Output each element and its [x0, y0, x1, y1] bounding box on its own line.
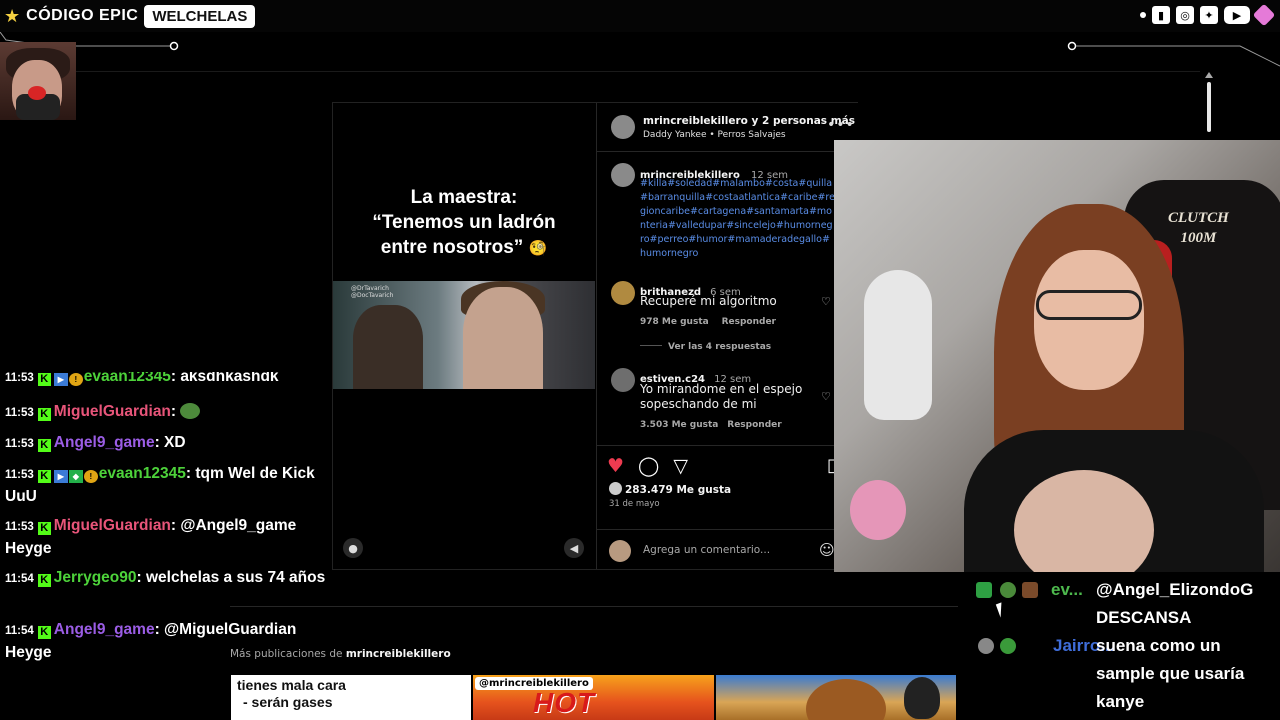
decor-dot — [1140, 12, 1146, 18]
sub-badge-icon — [1000, 582, 1016, 598]
tagged-user-icon[interactable]: ● — [343, 538, 363, 558]
more-post-thumb[interactable]: tienes mala cara - serán gases — [231, 675, 471, 720]
volume-icon[interactable]: ◀ — [564, 538, 584, 558]
youtube-icon: ▶ — [1224, 6, 1250, 24]
twitch-icon: ▮ — [1152, 6, 1170, 24]
sub-badge-icon — [1000, 638, 1016, 654]
post-header: mrincreiblekillero y 2 personas más Dadd… — [597, 103, 858, 152]
twitter-icon: ✦ — [1200, 6, 1218, 24]
comment-icon[interactable]: ◯ — [638, 455, 659, 477]
chat-message: 11:54 K Jerrygeo90: welchelas a sus 74 año… — [5, 569, 326, 587]
chat-username[interactable]: ev... — [1051, 576, 1083, 604]
post-video[interactable]: @DrTavarich @DocTavarich — [333, 281, 595, 389]
stream-brand: ★ CÓDIGO EPIC WELCHELAS — [4, 3, 256, 29]
section-divider — [230, 606, 958, 607]
share-icon[interactable]: ▽ — [673, 455, 688, 477]
page-scrollbar[interactable] — [1204, 72, 1214, 142]
chair-logo: CLUTCH 100M — [1168, 210, 1229, 246]
more-post-thumb[interactable] — [716, 675, 956, 720]
more-options-icon[interactable]: ••• — [827, 117, 855, 133]
comment-avatar[interactable] — [611, 368, 635, 392]
chat-message: 11:53 K MiguelGuardian: — [5, 401, 327, 424]
instagram-post: La maestra: “Tenemos un ladrón entre nos… — [332, 102, 858, 570]
my-avatar — [609, 540, 631, 562]
post-date: 31 de mayo — [609, 499, 660, 509]
streamer-webcam: CLUTCH 100M — [834, 140, 1280, 572]
gift-badge-icon — [1022, 582, 1038, 598]
brand-code-epic: CÓDIGO EPIC — [26, 7, 139, 24]
post-audio[interactable]: Daddy Yankee • Perros Salvajes — [643, 130, 786, 140]
comment-meta: 3.503 Me gusta Responder — [640, 420, 782, 430]
gem-icon — [1252, 3, 1276, 27]
peepo-emote-icon — [180, 403, 201, 419]
author-avatar[interactable] — [611, 115, 635, 139]
chat-username[interactable]: evaan12345 — [84, 372, 171, 385]
add-comment-bar: Agrega un comentario... ☺ — [597, 529, 858, 570]
stream-chat: 11:53 K ▶! evaan12345: aksdhkashdk 11:53 K Mi… — [0, 372, 330, 672]
right-chat: ev... @Angel_ElizondoG DESCANSA Jairro..… — [972, 576, 1280, 720]
heart-icon[interactable]: ♡ — [821, 295, 831, 308]
thinking-emoji: 🧐 — [528, 240, 548, 257]
scroll-thumb[interactable] — [1207, 82, 1211, 132]
chat-message: 11:53 K Angel9_game: XD — [5, 434, 186, 452]
heart-icon[interactable]: ♡ — [821, 390, 831, 403]
chat-username[interactable]: Jerrygeo90 — [54, 569, 137, 586]
chat-message: 11:53 K ▶! evaan12345: aksdhkashdk — [5, 372, 327, 389]
comment-text: Yo mirandome en el espejo sopeschando de… — [640, 382, 803, 411]
chat-message: 11:53 K ▶ ◆! evaan12345: tqm Wel de Kick UuU — [5, 465, 315, 505]
chat-username[interactable]: MiguelGuardian — [54, 517, 171, 534]
chat-message: 11:53 K MiguelGuardian: @Angel9_game Heyge — [5, 517, 297, 557]
video-watermark: @DrTavarich @DocTavarich — [351, 285, 394, 299]
chat-username[interactable]: evaan12345 — [99, 465, 186, 482]
chat-username[interactable]: MiguelGuardian — [54, 403, 171, 420]
comment-meta: 978 Me gusta Responder — [640, 317, 776, 327]
chat-username[interactable]: Angel9_game — [54, 621, 155, 638]
post-media[interactable]: La maestra: “Tenemos un ladrón entre nos… — [333, 103, 595, 569]
emoji-icon[interactable]: ☺ — [819, 541, 835, 559]
like-heart-icon[interactable]: ♥ — [607, 455, 624, 477]
chat-username[interactable]: Angel9_game — [54, 434, 155, 451]
verified-badge-icon — [976, 582, 992, 598]
add-comment-input[interactable]: Agrega un comentario... — [643, 544, 770, 556]
scroll-up-icon[interactable] — [1205, 72, 1213, 78]
mod-badge-icon — [978, 638, 994, 654]
post-sidebar: mrincreiblekillero y 2 personas más Dadd… — [596, 103, 858, 569]
post-hashtags[interactable]: #killa#soledad#malambo#costa#quilla#barr… — [640, 177, 835, 261]
comment-avatar[interactable] — [611, 281, 635, 305]
small-webcam — [0, 42, 76, 120]
star-icon: ★ — [4, 5, 21, 27]
comment-text: Recuperé mi algoritmo — [640, 294, 777, 308]
brand-welchelas: WELCHELAS — [144, 4, 256, 28]
post-authors[interactable]: mrincreiblekillero y 2 personas más — [643, 115, 855, 127]
social-icons: ▮ ◎ ✦ ▶ — [1140, 3, 1276, 27]
overlay-decor-lines — [0, 32, 1280, 72]
microphone — [864, 270, 932, 420]
post-caption: La maestra: “Tenemos un ladrón entre nos… — [372, 187, 556, 258]
more-posts-label: Más publicaciones de mrincreiblekillero — [230, 648, 451, 660]
post-actions: ♥ ◯ ▽ — [607, 455, 688, 477]
view-replies[interactable]: Ver las 4 respuestas — [640, 342, 771, 352]
instagram-icon: ◎ — [1176, 6, 1194, 24]
author-avatar-small[interactable] — [611, 163, 635, 187]
more-post-thumb[interactable]: HOT WHEELS @mrincreiblekillero — [473, 675, 714, 720]
likes-count[interactable]: 283.479 Me gusta — [609, 482, 731, 496]
